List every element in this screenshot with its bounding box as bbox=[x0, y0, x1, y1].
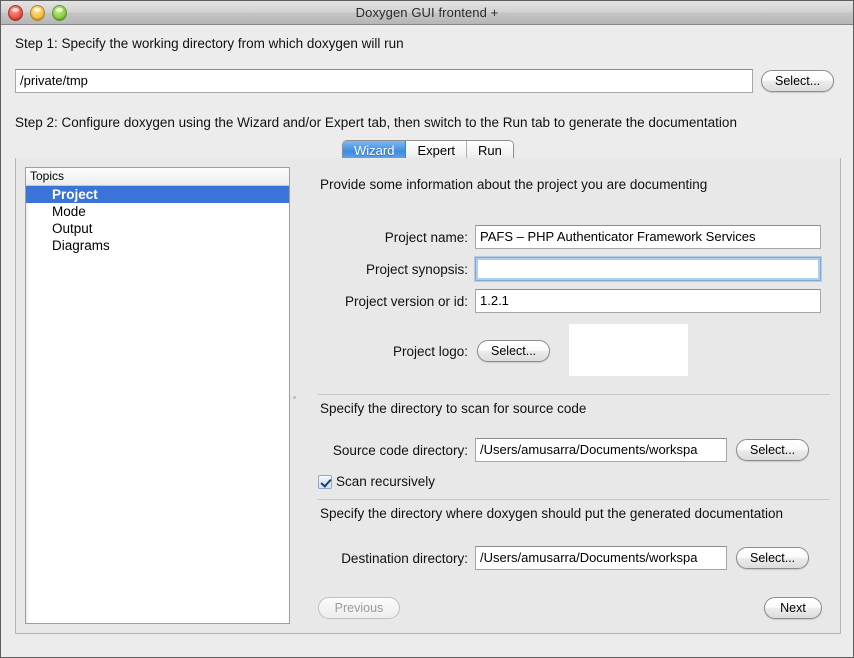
next-button[interactable]: Next bbox=[764, 597, 822, 619]
project-synopsis-input[interactable] bbox=[475, 257, 821, 281]
destination-directory-row: Destination directory: /Users/amusarra/D… bbox=[306, 546, 810, 570]
sidebar-item-diagrams[interactable]: Diagrams bbox=[26, 237, 289, 254]
project-version-input[interactable]: 1.2.1 bbox=[475, 289, 821, 313]
project-version-label: Project version or id: bbox=[344, 293, 468, 309]
scan-recursively-checkbox[interactable] bbox=[318, 474, 332, 489]
project-logo-label: Project logo: bbox=[392, 343, 468, 359]
minimize-button[interactable] bbox=[30, 5, 45, 21]
project-synopsis-label: Project synopsis: bbox=[365, 261, 468, 277]
project-section-title: Provide some information about the proje… bbox=[320, 177, 708, 192]
title-bar: Doxygen GUI frontend + bbox=[1, 1, 853, 25]
destination-directory-input[interactable]: /Users/amusarra/Documents/workspa bbox=[475, 546, 727, 570]
sidebar-item-mode[interactable]: Mode bbox=[26, 203, 289, 220]
project-synopsis-row: Project synopsis: bbox=[306, 257, 821, 281]
application-window: Doxygen GUI frontend + Step 1: Specify t… bbox=[0, 0, 854, 658]
scan-recursively-label: Scan recursively bbox=[336, 474, 436, 489]
destination-directory-select-button[interactable]: Select... bbox=[736, 547, 810, 569]
project-version-row: Project version or id: 1.2.1 bbox=[306, 289, 821, 313]
project-logo-row: Project logo: Select... bbox=[306, 324, 689, 376]
splitter-handle[interactable] bbox=[293, 396, 296, 399]
working-directory-row: /private/tmp Select... bbox=[15, 69, 841, 93]
section-divider-destination bbox=[318, 499, 830, 500]
project-name-row: Project name: PAFS – PHP Authenticator F… bbox=[306, 225, 821, 249]
project-logo-select-button[interactable]: Select... bbox=[477, 340, 551, 362]
destination-directory-label: Destination directory: bbox=[341, 550, 468, 566]
project-form: Provide some information about the proje… bbox=[306, 167, 833, 624]
project-logo-preview bbox=[569, 324, 689, 376]
step1-label: Step 1: Specify the working directory fr… bbox=[15, 36, 404, 51]
close-button[interactable] bbox=[8, 5, 23, 21]
source-directory-select-button[interactable]: Select... bbox=[736, 439, 810, 461]
step2-label: Step 2: Configure doxygen using the Wiza… bbox=[15, 115, 737, 130]
topics-header: Topics bbox=[26, 168, 289, 186]
working-directory-input[interactable]: /private/tmp bbox=[15, 69, 753, 93]
source-directory-input[interactable]: /Users/amusarra/Documents/workspa bbox=[475, 438, 727, 462]
working-directory-select-button[interactable]: Select... bbox=[761, 70, 835, 92]
section-divider-source bbox=[318, 394, 830, 395]
topics-list[interactable]: Topics Project Mode Output Diagrams bbox=[25, 167, 290, 624]
project-name-label: Project name: bbox=[384, 229, 468, 245]
source-directory-label: Source code directory: bbox=[332, 442, 468, 458]
zoom-button[interactable] bbox=[52, 5, 67, 21]
wizard-panel: Topics Project Mode Output Diagrams Prov… bbox=[15, 158, 841, 634]
source-section-title: Specify the directory to scan for source… bbox=[320, 401, 587, 416]
sidebar-item-output[interactable]: Output bbox=[26, 220, 289, 237]
previous-button[interactable]: Previous bbox=[318, 597, 400, 619]
project-name-input[interactable]: PAFS – PHP Authenticator Framework Servi… bbox=[475, 225, 821, 249]
source-directory-row: Source code directory: /Users/amusarra/D… bbox=[306, 438, 810, 462]
destination-section-title: Specify the directory where doxygen shou… bbox=[320, 506, 784, 521]
scan-recursively-row[interactable]: Scan recursively bbox=[318, 474, 435, 489]
window-controls bbox=[8, 5, 67, 21]
window-title: Doxygen GUI frontend + bbox=[355, 5, 499, 20]
sidebar-item-project[interactable]: Project bbox=[26, 186, 289, 203]
